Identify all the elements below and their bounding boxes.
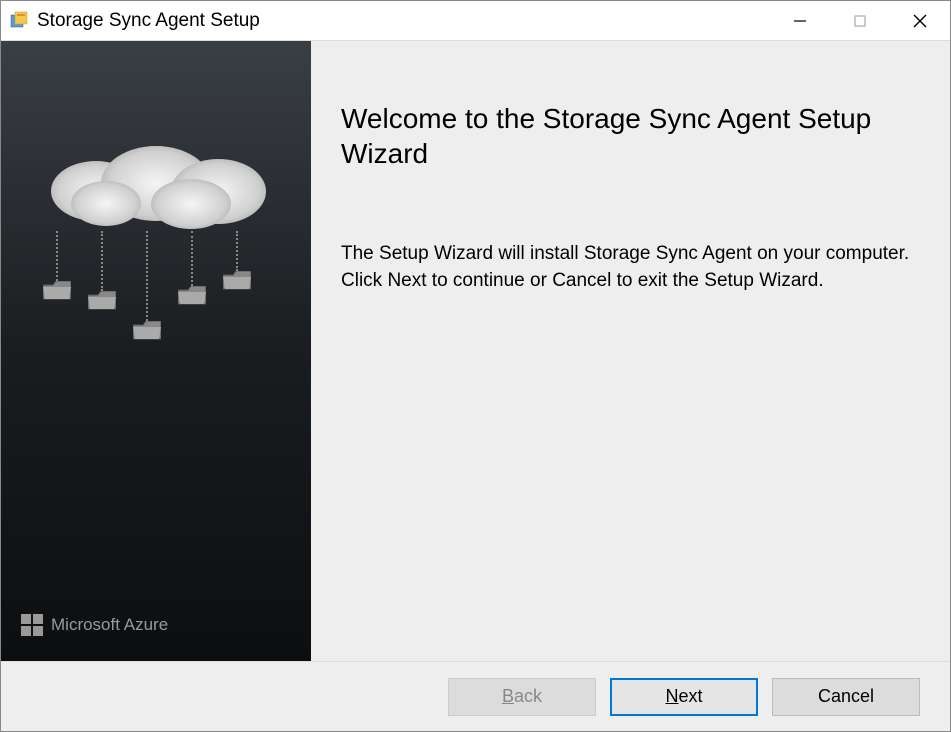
wizard-description: The Setup Wizard will install Storage Sy… <box>341 241 910 294</box>
cancel-button[interactable]: Cancel <box>772 678 920 716</box>
folder-icon <box>223 271 251 291</box>
connector-line <box>191 231 193 286</box>
connector-line <box>236 231 238 271</box>
windows-logo-icon <box>21 614 43 636</box>
folder-icon <box>178 286 206 306</box>
installer-window: Storage Sync Agent Setup <box>0 0 951 732</box>
back-button: Back <box>448 678 596 716</box>
cloud-graphic <box>31 141 281 231</box>
folder-icon <box>133 321 161 341</box>
azure-brand-text: Microsoft Azure <box>51 615 168 635</box>
close-button[interactable] <box>890 1 950 40</box>
connector-line <box>146 231 148 321</box>
maximize-button <box>830 1 890 40</box>
window-controls <box>770 1 950 40</box>
installer-icon <box>9 11 29 31</box>
folder-icon <box>88 291 116 311</box>
button-bar: Back Next Cancel <box>1 661 950 731</box>
minimize-button[interactable] <box>770 1 830 40</box>
connector-line <box>101 231 103 291</box>
window-title: Storage Sync Agent Setup <box>37 10 770 32</box>
next-button[interactable]: Next <box>610 678 758 716</box>
connector-line <box>56 231 58 281</box>
azure-brand: Microsoft Azure <box>21 614 168 636</box>
content-area: Microsoft Azure Welcome to the Storage S… <box>1 41 950 661</box>
folder-icon <box>43 281 71 301</box>
titlebar: Storage Sync Agent Setup <box>1 1 950 41</box>
wizard-sidebar-image: Microsoft Azure <box>1 41 311 661</box>
wizard-heading: Welcome to the Storage Sync Agent Setup … <box>341 101 910 171</box>
main-panel: Welcome to the Storage Sync Agent Setup … <box>311 41 950 661</box>
